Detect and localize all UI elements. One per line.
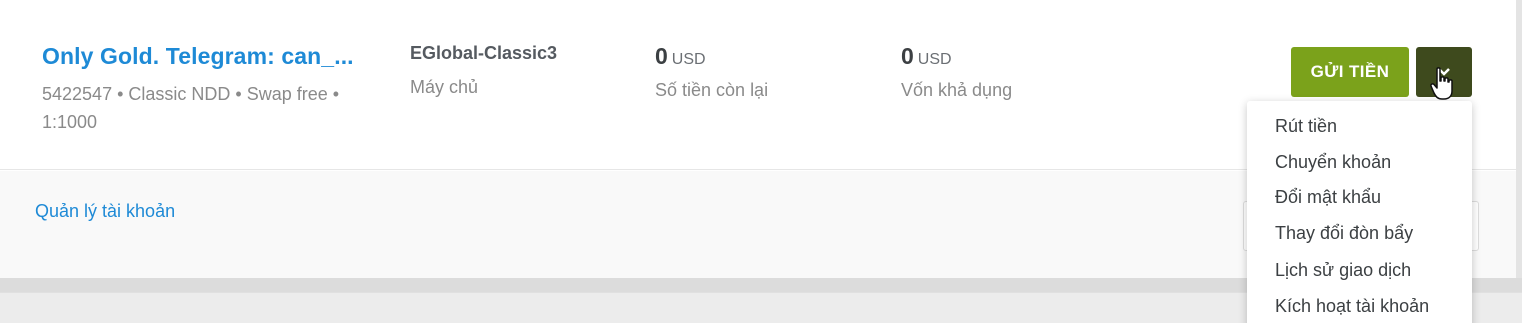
balance-amount-row: 0 USD xyxy=(655,43,768,70)
balance-label: Số tiền còn lại xyxy=(655,80,769,100)
capital-label: Vốn khả dụng xyxy=(901,80,1013,100)
capital-amount: 0 xyxy=(901,43,914,69)
menu-item-change-password[interactable]: Đổi mật khẩu xyxy=(1275,187,1381,208)
capital-amount-row: 0 USD xyxy=(901,43,1012,70)
account-actions-menu: Rút tiền Chuyển khoản Đổi mật khẩu Thay … xyxy=(1247,101,1472,323)
balance-column: 0 USD Số tiền còn lại xyxy=(655,43,768,101)
capital-currency: USD xyxy=(917,51,952,68)
account-title-link[interactable]: Only Gold. Telegram: can_... xyxy=(42,43,354,70)
capital-column: 0 USD Vốn khả dụng xyxy=(901,43,1012,101)
menu-item-change-leverage[interactable]: Thay đổi đòn bẩy xyxy=(1275,223,1413,244)
server-column: EGlobal-Classic3 Máy chủ xyxy=(410,43,557,98)
deposit-button[interactable]: GỬI TIỀN xyxy=(1291,47,1409,97)
manage-account-link[interactable]: Quản lý tài khoản xyxy=(35,201,175,222)
menu-item-trade-history[interactable]: Lịch sử giao dịch xyxy=(1275,260,1411,281)
menu-item-activate-account[interactable]: Kích hoạt tài khoản xyxy=(1275,296,1429,317)
server-label: Máy chủ xyxy=(410,77,479,97)
server-value: EGlobal-Classic3 xyxy=(410,43,558,63)
menu-item-withdraw[interactable]: Rút tiền xyxy=(1275,116,1337,137)
hand-cursor-icon xyxy=(1430,67,1453,100)
menu-item-transfer[interactable]: Chuyển khoản xyxy=(1275,152,1391,173)
balance-currency: USD xyxy=(671,51,706,68)
account-meta: 5422547 • Classic NDD • Swap free • 1:10… xyxy=(42,84,340,132)
balance-amount: 0 xyxy=(655,43,668,69)
